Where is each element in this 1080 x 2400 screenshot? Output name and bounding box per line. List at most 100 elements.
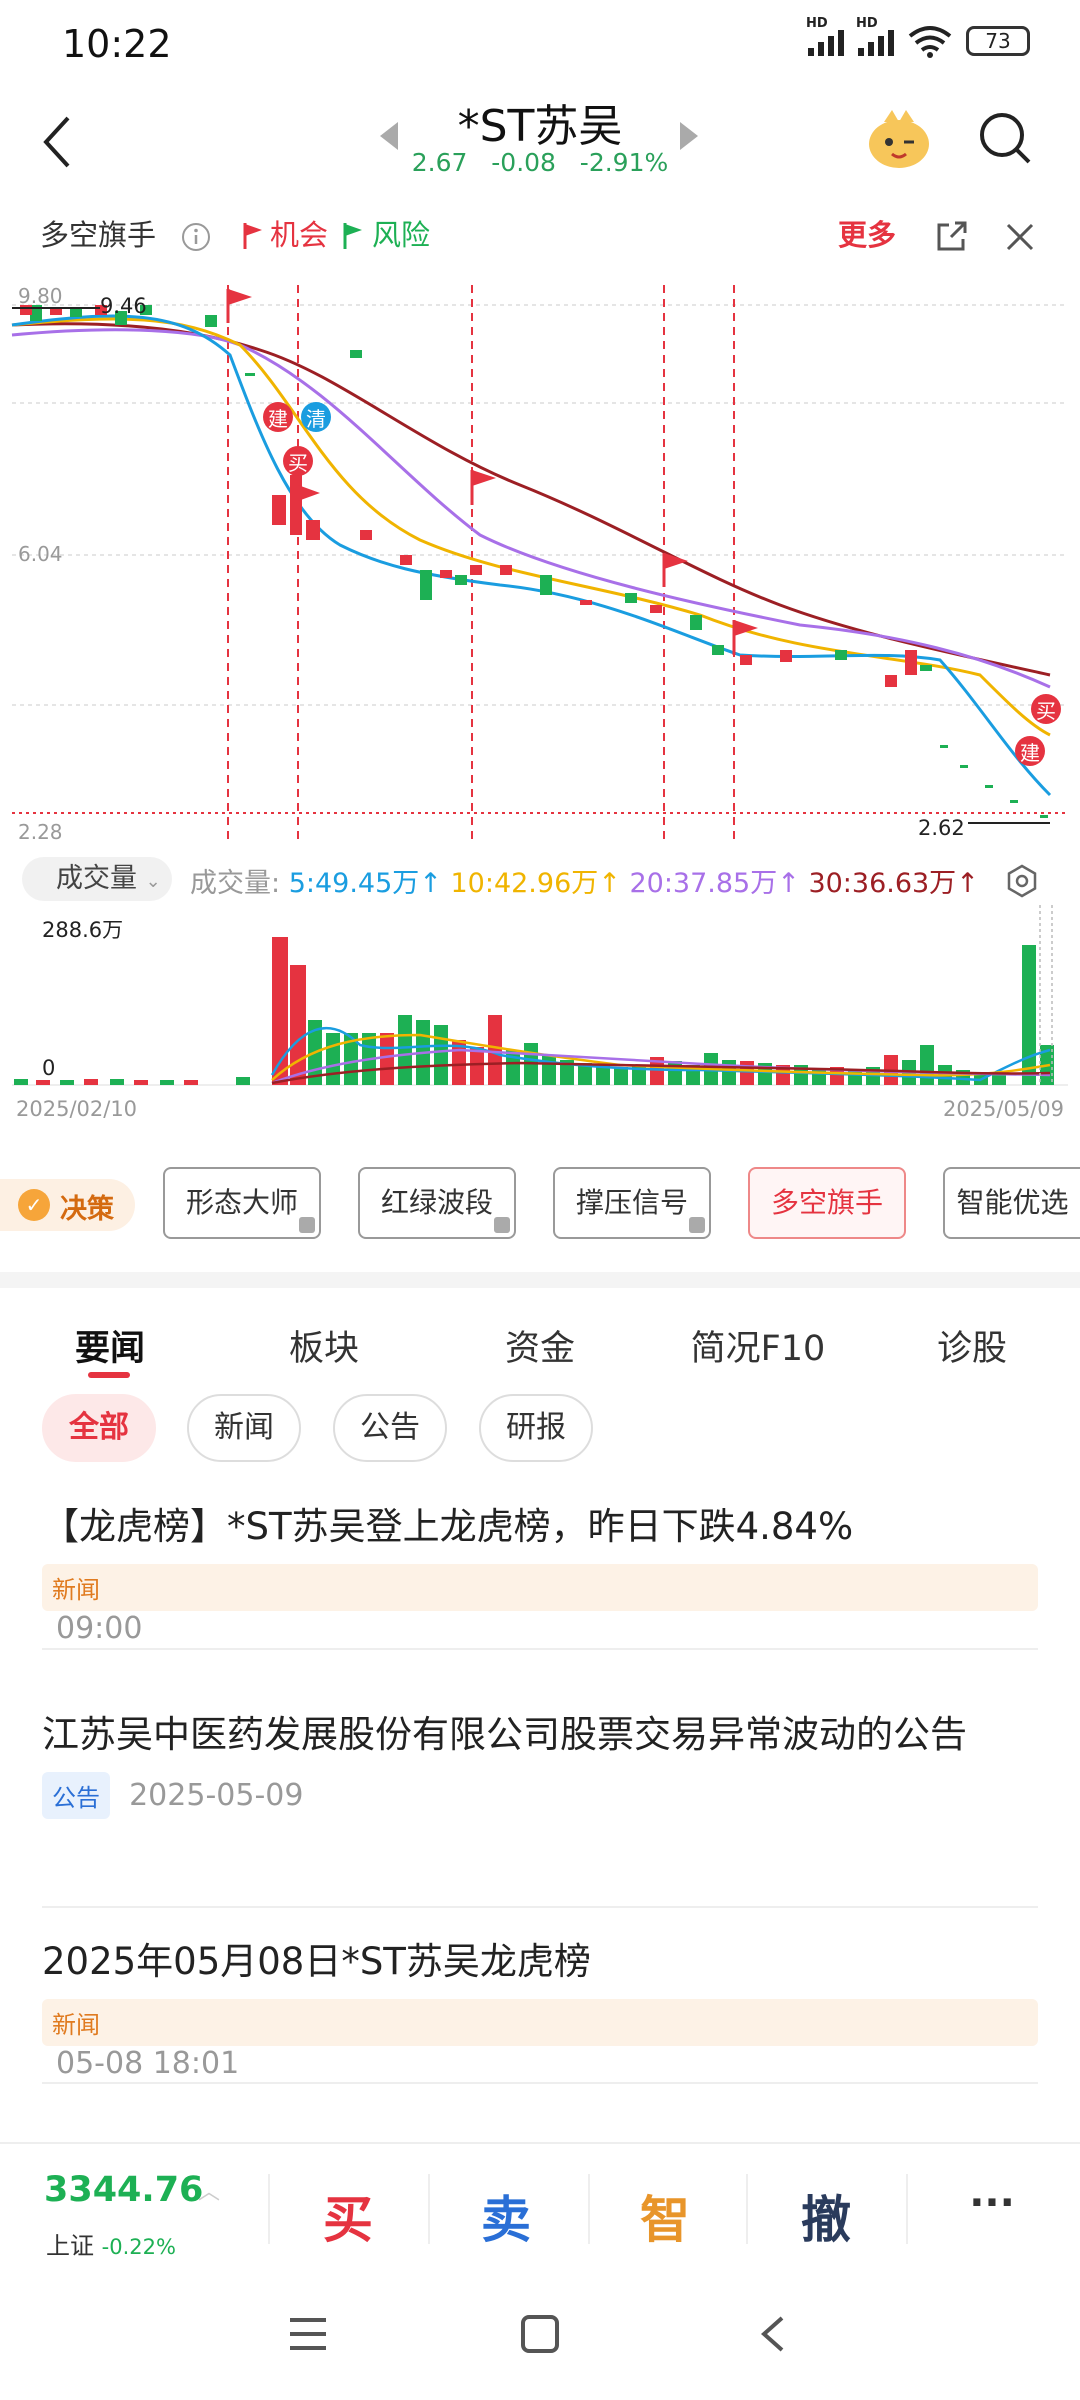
menu-icon[interactable] (288, 2316, 328, 2352)
nav-back-icon[interactable] (758, 2314, 788, 2354)
indicator-tools-row: ✓ 决策 形态大师 红绿波段 撑压信号 多空旗手 智能优选 (0, 1165, 1080, 1245)
stock-change-pct: -2.91% (579, 148, 669, 177)
tool-bull-bear-flag-label: 多空旗手 (770, 1186, 883, 1219)
news-time: 09:00 (56, 1611, 143, 1646)
tool-smart-select-label: 智能优选 (956, 1186, 1069, 1219)
volume-zero-label: 0 (42, 1056, 55, 1080)
tool-red-green-band[interactable]: 红绿波段 (358, 1167, 516, 1239)
lock-icon (494, 1217, 510, 1233)
chip-news[interactable]: 新闻 (187, 1394, 301, 1462)
clear-marker: 清 (306, 407, 326, 431)
decision-icon: ✓ (18, 1189, 50, 1221)
price-top-label: 9.80 (18, 284, 63, 308)
tab-news[interactable]: 要闻 (70, 1320, 150, 1371)
news-divider (42, 2082, 1038, 2084)
build-marker-2: 建 (1020, 741, 1040, 765)
stock-change: -0.08 (491, 148, 556, 177)
signal-icon-2: HD (856, 16, 894, 56)
volume-label: 成交量: (190, 868, 281, 899)
news-item[interactable]: 江苏吴中医药发展股份有限公司股票交易异常波动的公告 公告 2025-05-09 (42, 1708, 1038, 1819)
news-tag: 新闻 (42, 1999, 1038, 2046)
status-icons: HD HD 73 (806, 16, 1030, 58)
signal-icon: HD (806, 16, 844, 56)
status-time: 10:22 (62, 22, 172, 66)
price-high-label: 9.46 (100, 294, 147, 318)
buy-button[interactable]: 买 (288, 2180, 408, 2252)
tool-support-pressure[interactable]: 撑压信号 (553, 1167, 711, 1239)
price-last-label: 2.62 (918, 816, 965, 840)
index-name-line: 上证 -0.22% (46, 2226, 176, 2261)
risk-label: 风险 (372, 218, 431, 252)
decision-label: 决策 (60, 1194, 114, 1225)
news-tag: 新闻 (42, 1564, 1038, 1611)
battery-icon: 73 (966, 26, 1030, 56)
news-item[interactable]: 【龙虎榜】*ST苏吴登上龙虎榜，昨日下跌4.84% 新闻 09:00 (42, 1500, 1038, 1646)
volume-header: 成交量 ⌄ 成交量: 5:49.45万↑ 10:42.96万↑ 20:37.85… (0, 855, 1080, 905)
chip-announcement[interactable]: 公告 (333, 1394, 447, 1462)
news-filter-chips: 全部 新闻 公告 研报 (0, 1390, 1080, 1470)
search-icon[interactable] (975, 108, 1035, 168)
news-item[interactable]: 2025年05月08日*ST苏吴龙虎榜 新闻 05-08 18:01 (42, 1935, 1038, 2081)
indicator-toolbar: 多空旗手 机会 风险 更多 (0, 215, 1080, 275)
volume-selector[interactable]: 成交量 ⌄ (22, 857, 172, 901)
volume-max-label: 288.6万 (42, 918, 123, 942)
indicator-name: 多空旗手 (40, 218, 157, 252)
kline-chart[interactable]: 建 清 买 买 建 9.80 9.46 6.04 2.28 2.62 (0, 275, 1080, 855)
date-start-label: 2025/02/10 (16, 1097, 137, 1121)
more-menu-button[interactable]: ··· (932, 2180, 1052, 2226)
chevron-down-icon: ⌄ (145, 871, 161, 892)
news-tag: 公告 (42, 1772, 110, 1819)
next-stock-icon[interactable] (680, 122, 698, 150)
news-time: 2025-05-09 (129, 1778, 304, 1813)
close-icon[interactable] (1004, 221, 1036, 253)
tab-sector[interactable]: 板块 (284, 1320, 364, 1371)
stock-price: 2.67 (411, 148, 468, 177)
index-change: -0.22% (101, 2235, 176, 2259)
opportunity-label: 机会 (270, 218, 329, 252)
index-value[interactable]: 3344.76 (44, 2170, 203, 2210)
content-tabs: 要闻 板块 资金 简况F10 诊股 (0, 1290, 1080, 1400)
sell-button[interactable]: 卖 (446, 2180, 566, 2252)
chip-all[interactable]: 全部 (42, 1394, 156, 1462)
hd-label-2: HD (856, 16, 878, 31)
date-end-label: 2025/05/09 (943, 1097, 1064, 1121)
share-icon[interactable] (935, 219, 969, 253)
cancel-order-button[interactable]: 撤 (766, 2180, 886, 2252)
chip-research[interactable]: 研报 (479, 1394, 593, 1462)
tab-funds[interactable]: 资金 (500, 1320, 580, 1371)
tool-pattern-master-label: 形态大师 (185, 1186, 298, 1219)
volume-chart[interactable]: 288.6万 0 2025/02/10 2025/05/09 (0, 905, 1080, 1125)
tool-bull-bear-flag[interactable]: 多空旗手 (748, 1167, 906, 1239)
lock-icon (299, 1217, 315, 1233)
news-title: 2025年05月08日*ST苏吴龙虎榜 (42, 1940, 591, 1983)
price-mid-label: 6.04 (18, 542, 63, 566)
decision-badge[interactable]: ✓ 决策 (0, 1179, 135, 1231)
wifi-icon (908, 26, 952, 58)
smart-button[interactable]: 智 (605, 2180, 725, 2252)
mascot-icon[interactable] (864, 104, 934, 174)
home-icon[interactable] (520, 2314, 560, 2354)
active-tab-indicator (88, 1372, 130, 1378)
red-flag-icon (243, 223, 262, 249)
tool-support-pressure-label: 撑压信号 (575, 1186, 688, 1219)
tool-smart-select[interactable]: 智能优选 (943, 1167, 1080, 1239)
tab-diagnose[interactable]: 诊股 (932, 1320, 1012, 1371)
tab-f10[interactable]: 简况F10 (688, 1320, 828, 1371)
hd-label: HD (806, 16, 828, 31)
volume-ma20: 20:37.85万 (629, 868, 778, 899)
news-title: 【龙虎榜】*ST苏吴登上龙虎榜，昨日下跌4.84% (42, 1505, 854, 1548)
lock-icon (689, 1217, 705, 1233)
volume-ma10: 10:42.96万 (450, 868, 599, 899)
settings-icon[interactable] (1004, 863, 1040, 899)
news-divider (42, 1648, 1038, 1650)
news-divider (42, 1906, 1038, 1908)
info-icon[interactable] (180, 221, 212, 253)
tool-pattern-master[interactable]: 形态大师 (163, 1167, 321, 1239)
tool-red-green-band-label: 红绿波段 (380, 1186, 493, 1219)
news-title: 江苏吴中医药发展股份有限公司股票交易异常波动的公告 (42, 1713, 967, 1756)
volume-ma5: 5:49.45万 (288, 868, 420, 899)
index-name: 上证 (46, 2232, 94, 2260)
volume-ma-values: 成交量: 5:49.45万↑ 10:42.96万↑ 20:37.85万↑ 30:… (190, 868, 979, 899)
buy-marker: 买 (288, 451, 308, 475)
more-button[interactable]: 更多 (838, 215, 896, 255)
